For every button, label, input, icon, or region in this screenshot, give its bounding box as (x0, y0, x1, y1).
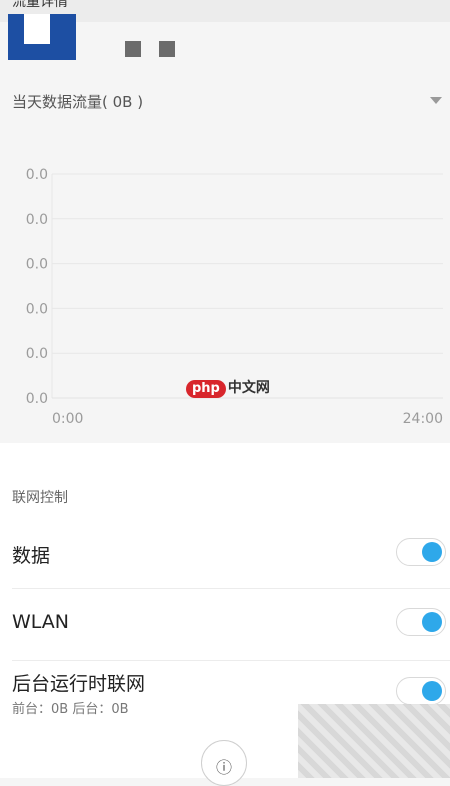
info-icon: ⓘ (215, 758, 232, 777)
blurred-region (298, 704, 450, 778)
x-tick-label: 0:00 (52, 411, 83, 427)
traffic-title: 当天数据流量( 0B ) (12, 93, 144, 111)
setting-label: 后台运行时联网 (12, 673, 146, 695)
y-tick-label: 0.0 (26, 167, 48, 183)
y-tick-label: 0.0 (26, 346, 48, 362)
page-title: 流量详情 (12, 0, 68, 10)
chevron-down-icon[interactable] (430, 97, 442, 104)
watermark: php 中文网 (186, 377, 270, 398)
y-tick-label: 0.0 (26, 257, 48, 273)
app-name-block (159, 41, 175, 57)
toggle-knob (422, 612, 442, 632)
app-icon (8, 14, 76, 60)
background-network-toggle[interactable] (396, 677, 446, 705)
x-tick-label: 24:00 (403, 411, 443, 427)
watermark-badge: php (186, 380, 226, 398)
data-toggle[interactable] (396, 538, 446, 566)
info-button[interactable]: ⓘ (201, 740, 247, 786)
setting-row-wlan: WLAN (0, 589, 450, 661)
setting-sublabel: 前台：0B 后台：0B (12, 702, 129, 717)
y-tick-label: 0.0 (26, 391, 48, 407)
wlan-toggle[interactable] (396, 608, 446, 636)
setting-label: WLAN (12, 611, 70, 633)
setting-label: 数据 (12, 545, 51, 567)
toggle-knob (422, 681, 442, 701)
app-name-block (125, 41, 141, 57)
app-icon-inner (24, 14, 50, 44)
y-tick-label: 0.0 (26, 301, 48, 317)
setting-row-data: 数据 (0, 517, 450, 589)
network-control-label: 联网控制 (12, 490, 68, 506)
y-tick-label: 0.0 (26, 212, 48, 228)
watermark-text: 中文网 (227, 380, 270, 396)
toggle-knob (422, 542, 442, 562)
